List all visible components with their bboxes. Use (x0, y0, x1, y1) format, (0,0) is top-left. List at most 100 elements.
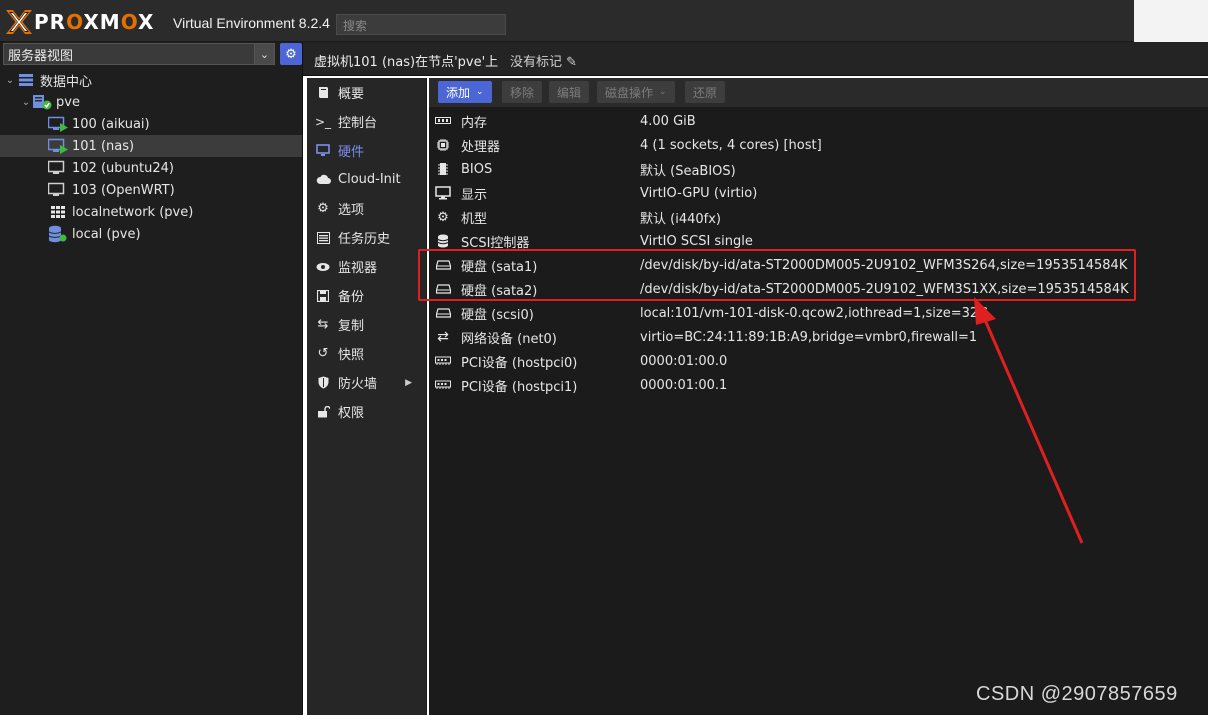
nav-label: 选项 (338, 203, 365, 218)
hardware-value: 4.00 GiB (640, 113, 696, 129)
table-row[interactable]: 显示 VirtIO-GPU (virtio) (429, 181, 1208, 205)
chevron-down-icon[interactable]: ⌄ (254, 44, 274, 64)
tree-item-vm-103[interactable]: 103 (OpenWRT) (0, 179, 302, 201)
table-row[interactable]: PCI设备 (hostpci0) 0000:01:00.0 (429, 349, 1208, 373)
nav-options[interactable]: ⚙ 选项 (307, 194, 426, 223)
nav-summary[interactable]: 概要 (307, 78, 426, 107)
nav-monitor[interactable]: 监视器 (307, 252, 426, 281)
hardware-key: 处理器 (461, 139, 501, 155)
edit-button[interactable]: 编辑 (549, 81, 590, 103)
pencil-icon[interactable]: ✎ (566, 55, 577, 70)
tree-item-localnetwork[interactable]: localnetwork (pve) (0, 201, 302, 223)
hardware-toolbar: 添加 ⌄ 移除 编辑 磁盘操作 ⌄ 还原 (429, 78, 1208, 108)
nav-console[interactable]: >_ 控制台 (307, 107, 426, 136)
tree-item-local-storage[interactable]: local (pve) (0, 223, 302, 245)
nav-hardware[interactable]: 硬件 (307, 136, 426, 165)
view-settings-button[interactable]: ⚙ (280, 43, 302, 65)
table-row[interactable]: 硬盘 (sata1) /dev/disk/by-id/ata-ST2000DM0… (429, 253, 1208, 277)
table-row[interactable]: PCI设备 (hostpci1) 0000:01:00.1 (429, 373, 1208, 397)
hardware-value: /dev/disk/by-id/ata-ST2000DM005-2U9102_W… (640, 257, 1128, 273)
hardware-key: BIOS (461, 161, 493, 177)
hardware-value: 0000:01:00.0 (640, 353, 728, 369)
hardware-value: VirtIO-GPU (virtio) (640, 185, 758, 201)
hardware-value: 默认 (i440fx) (640, 211, 721, 227)
tree-item-vm-101[interactable]: 101 (nas) (0, 135, 302, 157)
chip-icon (433, 161, 453, 177)
add-button[interactable]: 添加 ⌄ (438, 81, 492, 103)
tree-item-label: pve (56, 94, 80, 110)
browser-area (1134, 0, 1208, 42)
table-row[interactable]: 处理器 4 (1 sockets, 4 cores) [host] (429, 133, 1208, 157)
resource-tree-panel: 服务器视图 ⌄ ⚙ ⌄ 数据中心 ⌄ pve 100 (aikuai) 101 … (0, 42, 303, 715)
hardware-value: 0000:01:00.1 (640, 377, 728, 393)
hardware-key: 硬盘 (sata2) (461, 283, 538, 299)
vm-config-nav: 概要 >_ 控制台 硬件 Cloud-Init ⚙ 选项 任务历史 监视器 备份… (307, 78, 427, 715)
nav-task-history[interactable]: 任务历史 (307, 223, 426, 252)
remove-button[interactable]: 移除 (502, 81, 543, 103)
gear-icon: ⚙ (285, 46, 297, 62)
table-row[interactable]: 硬盘 (sata2) /dev/disk/by-id/ata-ST2000DM0… (429, 277, 1208, 301)
top-header: PROXMOX Virtual Environment 8.2.4 搜索 (0, 0, 1208, 42)
disk-action-label: 磁盘操作 (605, 85, 654, 100)
hardware-key: 机型 (461, 211, 488, 227)
revert-button[interactable]: 还原 (685, 81, 726, 103)
table-row[interactable]: 内存 4.00 GiB (429, 109, 1208, 133)
hardware-value: 4 (1 sockets, 4 cores) [host] (640, 137, 822, 153)
view-selector[interactable]: 服务器视图 ⌄ (3, 43, 275, 65)
nav-label: 控制台 (338, 116, 378, 131)
datacenter-icon (16, 72, 36, 88)
gear-icon: ⚙ (317, 201, 329, 216)
hdd-icon (433, 281, 453, 297)
table-row[interactable]: 硬盘 (scsi0) local:101/vm-101-disk-0.qcow2… (429, 301, 1208, 325)
view-selector-label: 服务器视图 (8, 48, 74, 64)
hardware-key: 硬盘 (scsi0) (461, 307, 534, 323)
nav-label: 防火墙 (338, 377, 378, 392)
proxmox-x-icon (6, 10, 32, 34)
hdd-icon (433, 305, 453, 321)
tree-item-vm-100[interactable]: 100 (aikuai) (0, 113, 302, 135)
nav-snapshots[interactable]: ↺ 快照 (307, 339, 426, 368)
table-row[interactable]: ⚙ 机型 默认 (i440fx) (429, 205, 1208, 229)
hardware-value: virtio=BC:24:11:89:1B:A9,bridge=vmbr0,fi… (640, 329, 978, 345)
tree-item-datacenter[interactable]: ⌄ 数据中心 (0, 69, 302, 91)
cloud-icon (315, 172, 331, 188)
chevron-down-icon[interactable]: ⌄ (20, 97, 32, 108)
vm-stopped-icon (48, 160, 68, 176)
nav-permissions[interactable]: 权限 (307, 397, 426, 426)
table-row[interactable]: BIOS 默认 (SeaBIOS) (429, 157, 1208, 181)
search-input[interactable]: 搜索 (336, 14, 506, 35)
nav-firewall[interactable]: 防火墙 ▶ (307, 368, 426, 397)
nav-cloud-init[interactable]: Cloud-Init (307, 165, 426, 194)
tags-editor[interactable]: 没有标记 ✎ (510, 51, 577, 70)
hardware-value: local:101/vm-101-disk-0.qcow2,iothread=1… (640, 305, 989, 321)
nav-label: 概要 (338, 87, 365, 102)
pci-icon (433, 377, 453, 393)
watermark: CSDN @2907857659 (976, 683, 1178, 705)
vm-running-icon (48, 138, 68, 154)
nav-label: 备份 (338, 290, 365, 305)
terminal-icon: >_ (314, 114, 332, 129)
table-row[interactable]: SCSI控制器 VirtIO SCSI single (429, 229, 1208, 253)
proxmox-logo[interactable]: PROXMOX (6, 10, 154, 34)
vm-running-icon (48, 116, 68, 132)
tags-label: 没有标记 (510, 55, 563, 70)
nav-label: 硬件 (338, 145, 365, 160)
exchange-icon: ⇄ (437, 329, 449, 345)
pci-icon (433, 353, 453, 369)
table-row[interactable]: ⇄ 网络设备 (net0) virtio=BC:24:11:89:1B:A9,b… (429, 325, 1208, 349)
grid-icon (48, 204, 68, 220)
desktop-icon (433, 185, 453, 201)
chevron-right-icon[interactable]: ▶ (405, 378, 412, 388)
memory-icon (433, 113, 453, 129)
tree-item-vm-102[interactable]: 102 (ubuntu24) (0, 157, 302, 179)
nav-label: 快照 (338, 348, 365, 363)
resource-tree: ⌄ 数据中心 ⌄ pve 100 (aikuai) 101 (nas) 102 … (0, 69, 302, 245)
nav-backup[interactable]: 备份 (307, 281, 426, 310)
chevron-down-icon[interactable]: ⌄ (4, 75, 16, 86)
chevron-down-icon: ⌄ (476, 87, 484, 97)
eye-icon (315, 259, 331, 275)
tree-item-node-pve[interactable]: ⌄ pve (0, 91, 302, 113)
disk-action-button[interactable]: 磁盘操作 ⌄ (597, 81, 675, 103)
nav-replication[interactable]: ⇆ 复制 (307, 310, 426, 339)
hardware-value: 默认 (SeaBIOS) (640, 163, 736, 179)
